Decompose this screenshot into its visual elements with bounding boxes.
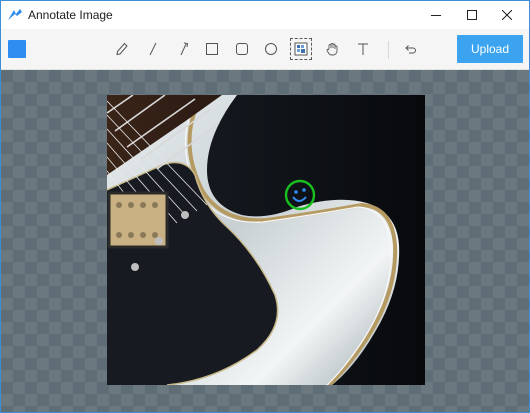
pencil-icon [116, 42, 128, 56]
text-icon [358, 43, 368, 55]
pan-tool[interactable] [321, 38, 343, 60]
arrow-icon [180, 42, 189, 56]
smiley-eye-left [294, 190, 298, 194]
close-icon [502, 10, 512, 20]
undo-icon [405, 45, 416, 54]
guitar-image [107, 95, 425, 385]
smiley-eye-right [302, 188, 306, 192]
hand-icon [326, 43, 338, 56]
image-canvas[interactable] [1, 70, 529, 412]
close-button[interactable] [484, 1, 529, 29]
arrow-tool[interactable] [172, 38, 194, 60]
minimize-icon [431, 15, 441, 16]
app-logo-icon [7, 8, 23, 22]
color-picker-swatch[interactable] [8, 40, 26, 58]
line-tool[interactable] [142, 38, 164, 60]
maximize-icon [467, 10, 477, 20]
blur-icon [294, 42, 308, 56]
ellipse-tool[interactable] [260, 38, 282, 60]
rectangle-tool[interactable] [201, 38, 223, 60]
ellipse-icon [265, 43, 277, 55]
rounded-rectangle-tool[interactable] [231, 38, 253, 60]
toolbar: Upload [1, 29, 529, 70]
rectangle-icon [206, 43, 218, 55]
blur-tool[interactable] [290, 38, 312, 60]
line-icon [149, 42, 157, 56]
window-title: Annotate Image [28, 8, 113, 22]
rounded-rectangle-icon [236, 43, 248, 55]
pencil-tool[interactable] [111, 38, 133, 60]
annotate-image-window: Annotate Image Upload [0, 0, 530, 413]
toolbar-separator [388, 41, 389, 59]
upload-button[interactable]: Upload [457, 35, 523, 63]
title-bar: Annotate Image [1, 1, 529, 29]
text-tool[interactable] [352, 38, 374, 60]
undo-button[interactable] [399, 38, 421, 60]
guitar-photo[interactable] [107, 95, 425, 385]
